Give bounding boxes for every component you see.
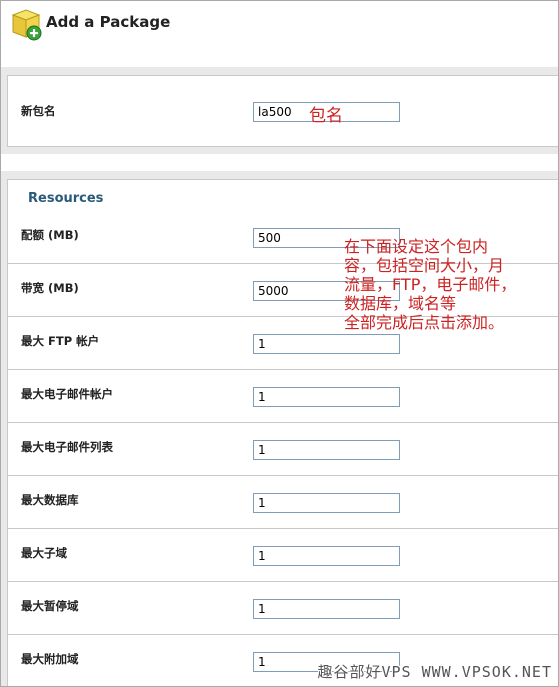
- databases-input[interactable]: [253, 493, 400, 513]
- resources-title: Resources: [28, 191, 104, 206]
- subdomains-input[interactable]: [253, 546, 400, 566]
- annotation-line: 流量，FTP，电子邮件，: [344, 275, 517, 294]
- parked-domains-input[interactable]: [253, 599, 400, 619]
- email-accounts-label: 最大电子邮件帐户: [21, 387, 113, 401]
- page-title: Add a Package: [46, 13, 171, 31]
- package-add-icon: [11, 9, 42, 41]
- email-accounts-input[interactable]: [253, 387, 400, 407]
- watermark: 趣谷部好VPS WWW.VPSOK.NET: [317, 663, 552, 681]
- quota-label: 配额 (MB): [21, 228, 79, 242]
- instruction-annotation: 在下面设定这个包内 容，包括空间大小，月 流量，FTP，电子邮件， 数据库，域名…: [344, 237, 554, 332]
- email-lists-label: 最大电子邮件列表: [21, 440, 113, 454]
- annotation-line: 容，包括空间大小，月: [344, 256, 505, 275]
- annotation-line: 数据库，域名等: [344, 294, 457, 313]
- page-header: Add a Package: [1, 1, 558, 51]
- subdomains-label: 最大子域: [21, 546, 67, 560]
- package-name-annotation: 包名: [309, 106, 343, 126]
- addon-domains-label: 最大附加域: [21, 652, 79, 666]
- annotation-line: 全部完成后点击添加。: [344, 313, 505, 332]
- databases-label: 最大数据库: [21, 493, 79, 507]
- parked-domains-label: 最大暂停域: [21, 599, 79, 613]
- ftp-accounts-input[interactable]: [253, 334, 400, 354]
- package-name-label: 新包名: [21, 104, 56, 118]
- email-lists-input[interactable]: [253, 440, 400, 460]
- bandwidth-label: 带宽 (MB): [21, 281, 79, 295]
- ftp-accounts-label: 最大 FTP 帐户: [21, 334, 100, 348]
- page-frame: Add a Package 新包名 包名 Resources 配额 (MB) 带…: [0, 0, 559, 687]
- annotation-line: 在下面设定这个包内: [344, 237, 489, 256]
